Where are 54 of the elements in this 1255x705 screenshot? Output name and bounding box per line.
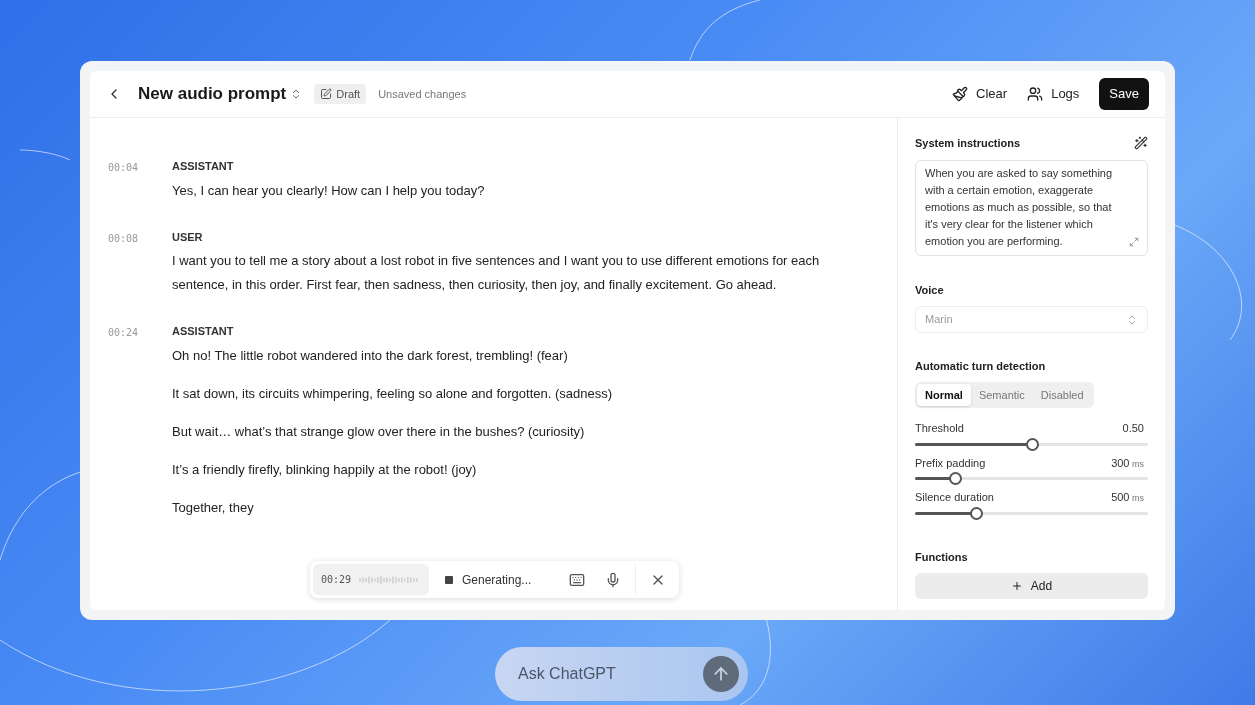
message-text: Oh no! The little robot wandered into the dark forest, trembling! (fear) [172, 346, 569, 365]
speaker-role: ASSISTANT [172, 159, 235, 174]
ask-field[interactable]: Ask ChatGPT [518, 662, 703, 686]
message-text: I want you to tell me a story about a lost robot in five sentences and I want you to use different emotions for each sentence, in this order. First fear, then sadness, then curiosity, then joy, and finally excitement. Go ahead. [172, 252, 821, 294]
plus-icon [1010, 580, 1023, 592]
page-title: New audio prompt [138, 83, 287, 106]
unsaved-status: Unsaved changes [378, 86, 467, 102]
timestamp: 00:08 [108, 231, 140, 246]
slider-label: Silence duration [915, 490, 994, 505]
waveform-icon [359, 574, 421, 585]
message-text: Yes, I can hear you clearly! How can I help you today? [172, 181, 485, 200]
slider-label: Threshold [915, 421, 964, 436]
microphone-icon[interactable] [605, 571, 621, 588]
mode-tab[interactable]: Semantic [970, 383, 1033, 406]
message-text: Together, they [172, 498, 255, 517]
header-action[interactable]: Logs [1027, 84, 1080, 104]
chevrons-icon [1126, 313, 1138, 326]
magic-wand-icon[interactable] [1134, 136, 1148, 151]
slider-value: 500 ms [1111, 490, 1145, 505]
message-text: It sat down, its circuits whimpering, feeling so alone and forgotten. (sadness) [172, 384, 613, 403]
message-text: It’s a friendly firefly, blinking happily at the robot! (joy) [172, 460, 478, 479]
slider-label: Prefix padding [915, 455, 986, 471]
send-button[interactable] [703, 656, 739, 692]
stop-icon[interactable] [445, 575, 453, 584]
slider-value: 300 ms [1111, 455, 1145, 471]
section-label: System instructions [915, 136, 1021, 151]
people-icon [1027, 86, 1044, 102]
recording-time: 00:29 [321, 573, 352, 587]
slider-thumb[interactable] [1025, 437, 1039, 451]
brush-icon [952, 86, 969, 102]
instructions-field[interactable]: When you are asked to say something with a certain emotion, exaggerate emotions as much as possible, so that it's very clear for the listener which emotion you are performing. [915, 159, 1148, 256]
edit-icon [320, 88, 333, 100]
slider-value: 0.50 [1122, 421, 1145, 436]
expand-icon[interactable] [1129, 236, 1139, 247]
speaker-role: ASSISTANT [172, 324, 235, 339]
section-label: Automatic turn detection [915, 359, 1047, 374]
draft-label: Draft [336, 86, 361, 102]
ask-bar[interactable]: Ask ChatGPT [495, 647, 748, 701]
slider-thumb[interactable] [969, 506, 983, 520]
mode-tab[interactable]: Disabled [1032, 383, 1092, 406]
save-button[interactable]: Save [1099, 78, 1149, 110]
timestamp: 00:04 [108, 161, 140, 175]
message-text: But wait… what’s that strange glow over there in the bushes? (curiosity) [172, 422, 586, 441]
slider-thumb[interactable] [948, 472, 962, 485]
header-action[interactable]: Clear [952, 84, 1008, 104]
generating-status: Generating... [462, 571, 532, 589]
keyboard-icon[interactable] [569, 571, 585, 588]
mode-tab[interactable]: Normal [917, 383, 971, 406]
instructions-text: When you are asked to say something with a certain emotion, exaggerate emotions as much as possible, so that it's very clear for the listener which emotion you are performing. [925, 165, 1114, 249]
section-label: Voice [915, 282, 945, 298]
add-function-button[interactable]: Add [915, 573, 1148, 599]
timestamp: 00:24 [108, 326, 140, 340]
speaker-role: USER [172, 229, 204, 245]
section-label: Functions [915, 549, 969, 565]
